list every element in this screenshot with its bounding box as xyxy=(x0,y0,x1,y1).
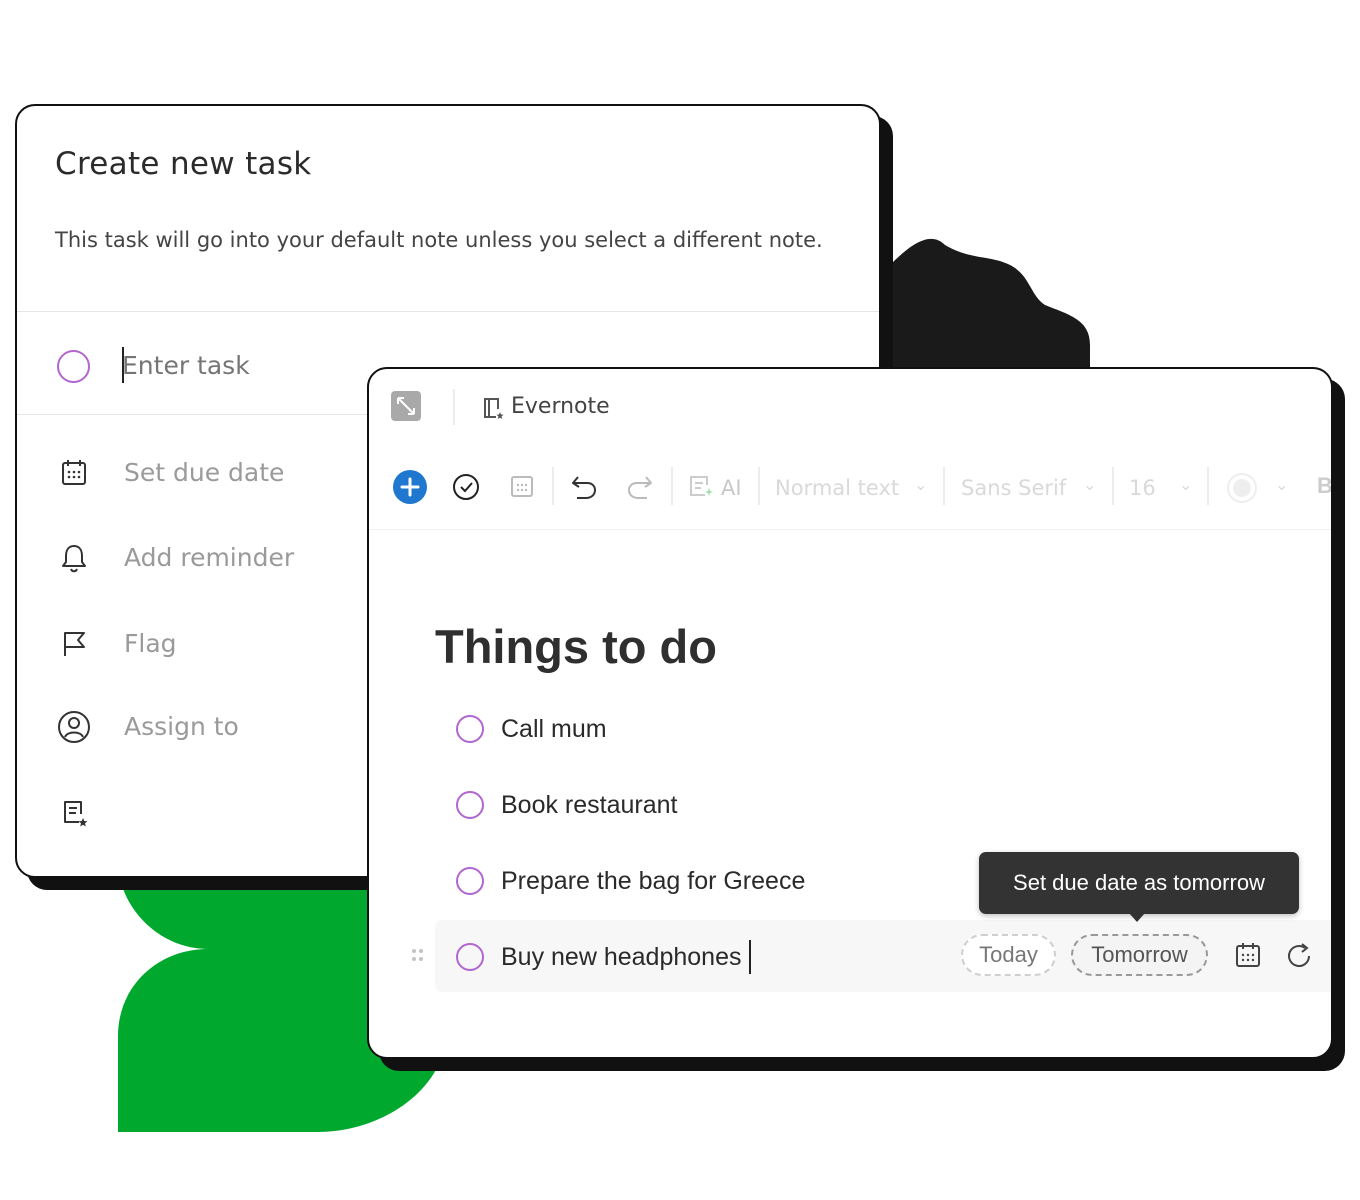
ai-note-icon[interactable] xyxy=(687,473,715,501)
flag-option[interactable]: Flag xyxy=(17,613,417,673)
text-caret xyxy=(122,347,124,383)
add-button[interactable] xyxy=(392,469,428,505)
note-star-icon xyxy=(484,398,504,419)
task-text[interactable]: Prepare the bag for Greece xyxy=(501,867,805,896)
task-checkbox[interactable] xyxy=(456,791,484,819)
bell-icon xyxy=(62,545,86,573)
select-note-option[interactable] xyxy=(17,782,417,842)
dialog-subtitle: This task will go into your default note… xyxy=(55,228,823,252)
task-checkbox[interactable] xyxy=(456,867,484,895)
undo-icon[interactable] xyxy=(569,473,599,501)
divider xyxy=(369,529,1331,530)
assign-to-option[interactable]: Assign to xyxy=(17,696,417,756)
tooltip-arrow xyxy=(1129,913,1145,922)
today-chip[interactable]: Today xyxy=(961,934,1056,976)
task-checkbox[interactable] xyxy=(456,943,484,971)
calendar-icon xyxy=(62,460,86,485)
note-star-icon xyxy=(64,801,88,827)
drag-handle-icon[interactable] xyxy=(409,946,427,966)
text-color-picker[interactable] xyxy=(1226,472,1258,504)
flag-icon xyxy=(64,632,85,656)
add-reminder-option[interactable]: Add reminder xyxy=(17,527,417,587)
add-reminder-label: Add reminder xyxy=(124,543,295,572)
task-text[interactable]: Buy new headphones xyxy=(501,943,741,972)
font-size-select[interactable]: 16 xyxy=(1129,476,1156,500)
bold-icon[interactable]: B xyxy=(1317,473,1331,499)
tooltip-text: Set due date as tomorrow xyxy=(1013,870,1265,895)
notebook-name[interactable]: Evernote xyxy=(511,394,610,419)
toolbar-separator xyxy=(1207,467,1209,505)
user-circle-icon xyxy=(58,711,90,743)
note-title[interactable]: Things to do xyxy=(435,619,717,674)
task-text[interactable]: Book restaurant xyxy=(501,791,678,820)
divider xyxy=(17,311,879,312)
toolbar-separator xyxy=(552,467,554,505)
toolbar-separator xyxy=(943,467,945,505)
font-family-select[interactable]: Sans Serif xyxy=(961,476,1066,500)
task-checkbox[interactable] xyxy=(57,350,90,383)
repeat-icon[interactable] xyxy=(1285,941,1315,971)
redo-icon[interactable] xyxy=(625,473,655,501)
calendar-icon[interactable] xyxy=(1234,941,1262,969)
text-style-select[interactable]: Normal text xyxy=(775,476,899,500)
toolbar-separator xyxy=(671,467,673,505)
tomorrow-chip[interactable]: Tomorrow xyxy=(1071,934,1208,976)
set-due-date-label: Set due date xyxy=(124,458,285,487)
toolbar-separator xyxy=(1112,467,1114,505)
toolbar-separator xyxy=(758,467,760,505)
task-item[interactable]: Book restaurant xyxy=(455,781,975,831)
calendar-icon[interactable] xyxy=(508,472,536,500)
text-caret xyxy=(749,940,751,974)
chevron-down-icon: ⌄ xyxy=(1275,475,1289,494)
chevron-down-icon: ⌄ xyxy=(1083,475,1097,494)
task-checkbox[interactable] xyxy=(456,715,484,743)
ai-button[interactable]: AI xyxy=(721,476,742,500)
task-item[interactable]: Buy new headphones xyxy=(455,933,975,983)
tooltip: Set due date as tomorrow xyxy=(979,852,1299,922)
checkbox-task-icon[interactable] xyxy=(451,472,481,502)
chevron-down-icon: ⌄ xyxy=(914,475,928,494)
dialog-title: Create new task xyxy=(55,146,312,182)
note-editor-window: Evernote AI Normal text ⌄ Sans Serif ⌄ 1… xyxy=(367,367,1333,1059)
flag-label: Flag xyxy=(124,629,177,658)
chevron-down-icon: ⌄ xyxy=(1179,475,1193,494)
task-text[interactable]: Call mum xyxy=(501,715,607,744)
set-due-date-option[interactable]: Set due date xyxy=(17,442,417,502)
task-item[interactable]: Prepare the bag for Greece xyxy=(455,857,975,907)
toolbar-separator xyxy=(453,389,455,425)
assign-to-label: Assign to xyxy=(124,712,239,741)
expand-icon[interactable] xyxy=(391,391,421,421)
task-item[interactable]: Call mum xyxy=(455,705,975,755)
